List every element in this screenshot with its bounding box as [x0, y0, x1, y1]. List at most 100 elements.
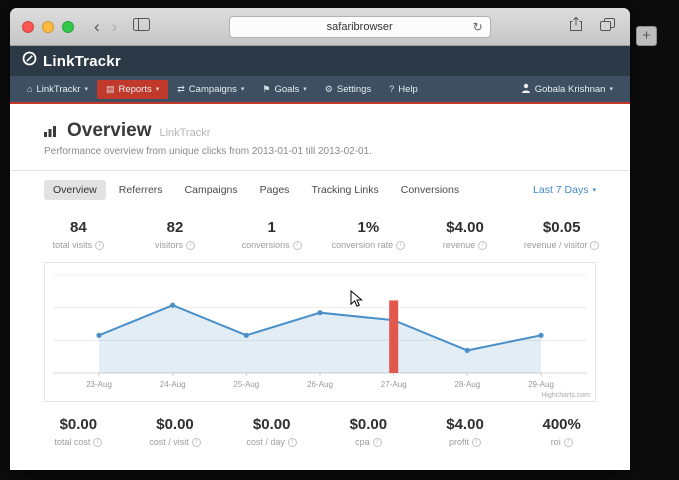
stat-label: total visits: [53, 240, 93, 250]
minimize-window-button[interactable]: [42, 21, 54, 33]
nav-item-label: Reports: [118, 84, 151, 95]
nav-item-help[interactable]: ? Help: [380, 80, 427, 99]
svg-text:29-Aug: 29-Aug: [528, 380, 554, 389]
stat-total-visits: 84 total visitsi: [30, 219, 127, 250]
home-icon: ⌂: [27, 85, 32, 94]
tab-overview-icon[interactable]: [599, 17, 616, 37]
nav-item-campaigns[interactable]: ⇄ Campaigns ▾: [168, 80, 253, 99]
tab-overview[interactable]: Overview: [44, 180, 106, 200]
nav-item-linktrackr[interactable]: ⌂ LinkTrackr ▾: [18, 80, 97, 99]
linktrackr-logo-icon: [22, 51, 37, 71]
browser-window: ‹ › safaribrowser ↻ LinkTrackr ⌂: [10, 8, 630, 470]
stat-revenue-per-visitor: $0.05 revenue / visitori: [513, 219, 610, 250]
tab-campaigns[interactable]: Campaigns: [176, 180, 247, 200]
info-icon[interactable]: i: [293, 241, 302, 250]
nav-user-menu[interactable]: Gobala Krishnan ▾: [512, 79, 622, 100]
chevron-down-icon: ▾: [303, 86, 307, 93]
info-icon[interactable]: i: [478, 241, 487, 250]
chevron-down-icon: ▾: [156, 86, 160, 93]
zoom-window-button[interactable]: [62, 21, 74, 33]
nav-item-goals[interactable]: ⚑ Goals ▾: [253, 80, 315, 99]
svg-text:Highcharts.com: Highcharts.com: [541, 392, 590, 399]
info-icon[interactable]: i: [186, 241, 195, 250]
stat-value: 1: [223, 219, 320, 236]
svg-text:23-Aug: 23-Aug: [86, 380, 112, 389]
nav-item-settings[interactable]: ⚙ Settings: [316, 80, 380, 99]
stat-value: 1%: [320, 219, 417, 236]
stat-label: cost / day: [246, 437, 285, 447]
sidebar-toggle-icon[interactable]: [133, 18, 150, 36]
user-name: Gobala Krishnan: [535, 84, 606, 95]
add-button[interactable]: +: [636, 26, 657, 46]
stat-profit: $4.00 profiti: [417, 416, 514, 447]
stat-conversions: 1 conversionsi: [223, 219, 320, 250]
tab-referrers[interactable]: Referrers: [110, 180, 172, 200]
share-icon[interactable]: [569, 16, 583, 37]
stat-roi: 400% roii: [513, 416, 610, 447]
chevron-down-icon: ▾: [609, 86, 613, 93]
close-window-button[interactable]: [22, 21, 34, 33]
stat-label: roi: [551, 437, 561, 447]
browser-toolbar: ‹ › safaribrowser ↻: [10, 8, 630, 46]
stat-value: 84: [30, 219, 127, 236]
tab-tracking-links[interactable]: Tracking Links: [302, 180, 387, 200]
nav-item-reports[interactable]: ▤ Reports ▾: [97, 80, 168, 99]
info-icon[interactable]: i: [590, 241, 599, 250]
traffic-chart-panel: 23-Aug24-Aug25-Aug26-Aug27-Aug28-Aug29-A…: [44, 262, 596, 402]
stats-row-top: 84 total visitsi 82 visitorsi 1 conversi…: [10, 209, 630, 258]
info-icon[interactable]: i: [93, 438, 102, 447]
info-icon[interactable]: i: [472, 438, 481, 447]
stat-value: $0.05: [513, 219, 610, 236]
forward-icon[interactable]: ›: [106, 18, 124, 35]
info-icon[interactable]: i: [373, 438, 382, 447]
nav-item-label: Goals: [274, 84, 299, 95]
info-icon[interactable]: i: [192, 438, 201, 447]
chevron-down-icon: ▾: [241, 86, 245, 93]
stat-visitors: 82 visitorsi: [127, 219, 224, 250]
date-range-label: Last 7 Days: [533, 184, 588, 196]
tab-pages[interactable]: Pages: [251, 180, 299, 200]
goals-flag-icon: ⚑: [262, 85, 270, 94]
stat-label: total cost: [54, 437, 90, 447]
stat-cost-per-visit: $0.00 cost / visiti: [127, 416, 224, 447]
tab-conversions[interactable]: Conversions: [392, 180, 468, 200]
reload-icon[interactable]: ↻: [473, 21, 483, 33]
nav-item-label: Help: [398, 84, 418, 95]
stat-label: cpa: [355, 437, 370, 447]
date-range-selector[interactable]: Last 7 Days ▾: [533, 184, 596, 196]
report-tabs: Overview Referrers Campaigns Pages Track…: [10, 171, 630, 209]
brand-name[interactable]: LinkTrackr: [43, 53, 121, 70]
stat-value: $0.00: [127, 416, 224, 433]
stat-label: conversion rate: [332, 240, 394, 250]
stat-total-cost: $0.00 total costi: [30, 416, 127, 447]
address-bar[interactable]: safaribrowser ↻: [229, 16, 491, 38]
stat-value: $0.00: [320, 416, 417, 433]
stat-conversion-rate: 1% conversion ratei: [320, 219, 417, 250]
url-text: safaribrowser: [327, 21, 393, 33]
info-icon[interactable]: i: [95, 241, 104, 250]
window-controls: [22, 21, 74, 33]
stat-value: 82: [127, 219, 224, 236]
page-head: Overview LinkTrackr Performance overview…: [10, 104, 630, 157]
svg-text:24-Aug: 24-Aug: [160, 380, 186, 389]
traffic-chart[interactable]: 23-Aug24-Aug25-Aug26-Aug27-Aug28-Aug29-A…: [45, 263, 595, 401]
stat-label: revenue / visitor: [524, 240, 588, 250]
bar-chart-icon: [44, 124, 59, 142]
stat-label: profit: [449, 437, 469, 447]
page-description: Performance overview from unique clicks …: [44, 146, 596, 157]
info-icon[interactable]: i: [288, 438, 297, 447]
back-icon[interactable]: ‹: [88, 18, 106, 35]
info-icon[interactable]: i: [396, 241, 405, 250]
reports-icon: ▤: [106, 85, 115, 94]
info-icon[interactable]: i: [564, 438, 573, 447]
stat-cpa: $0.00 cpai: [320, 416, 417, 447]
nav-item-label: LinkTrackr: [36, 84, 80, 95]
stat-label: conversions: [242, 240, 290, 250]
svg-text:25-Aug: 25-Aug: [233, 380, 259, 389]
stat-value: $0.00: [223, 416, 320, 433]
stat-label: visitors: [155, 240, 183, 250]
svg-text:27-Aug: 27-Aug: [381, 380, 407, 389]
site-header: LinkTrackr: [10, 46, 630, 76]
nav-item-label: Settings: [337, 84, 371, 95]
page-content: Overview LinkTrackr Performance overview…: [10, 104, 630, 468]
